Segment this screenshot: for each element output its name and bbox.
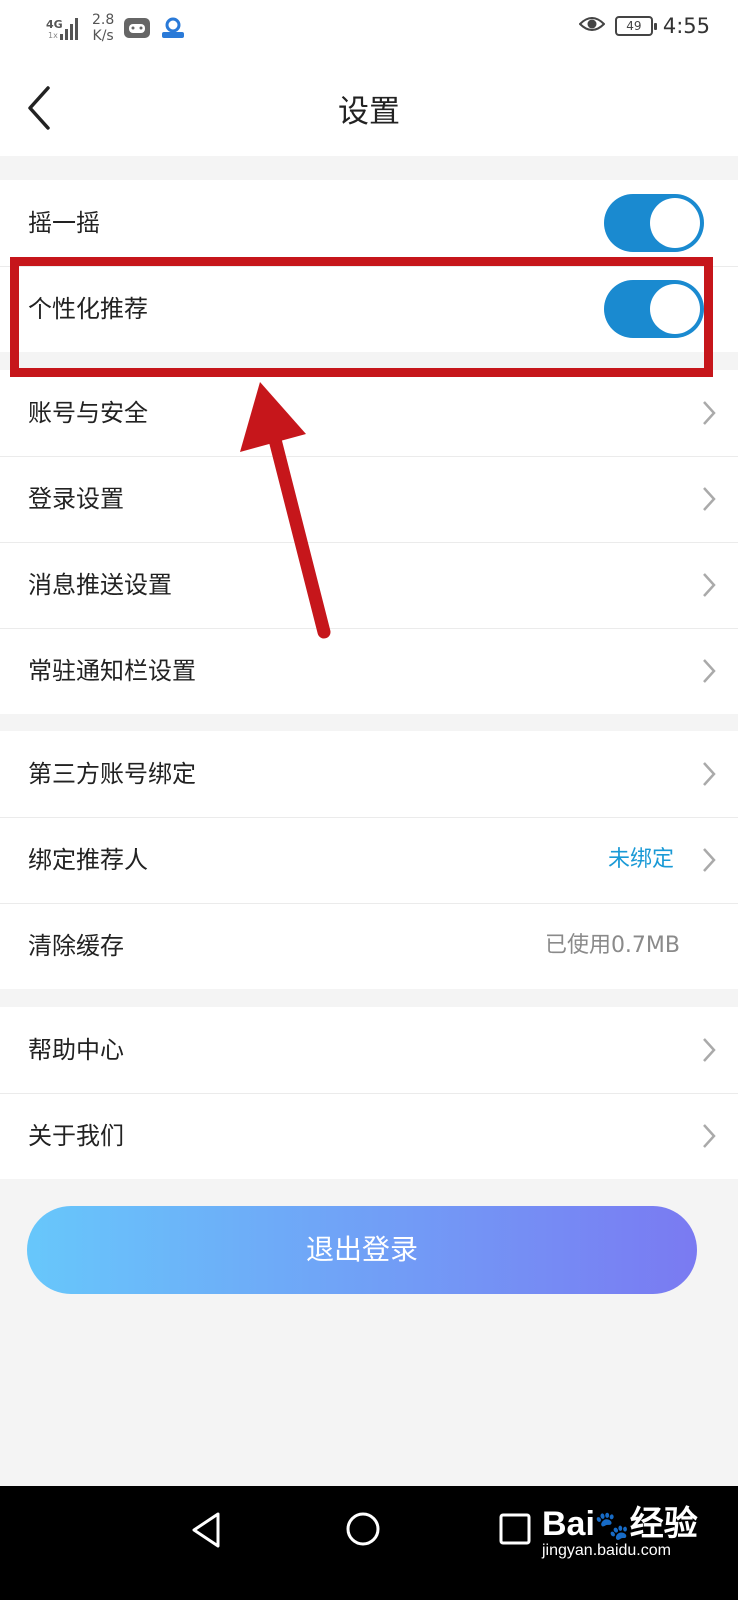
shake-setting-row: 摇一摇 — [0, 180, 738, 266]
help-center-row[interactable]: 帮助中心 — [0, 1007, 738, 1093]
clear-cache-label: 清除缓存 — [28, 932, 124, 960]
annotation-highlight-box — [10, 257, 713, 377]
clear-cache-row[interactable]: 清除缓存 已使用0.7MB — [0, 903, 738, 989]
referrer-status: 未绑定 — [607, 847, 674, 872]
third-party-binding-label: 第三方账号绑定 — [28, 760, 196, 788]
battery-icon: 49 — [614, 16, 657, 36]
nav-home-icon[interactable] — [344, 1510, 382, 1548]
game-app-icon — [124, 18, 151, 38]
nav-recents-icon[interactable] — [498, 1512, 532, 1546]
settings-group-binding: 第三方账号绑定 绑定推荐人 未绑定 清除缓存 已使用0.7MB — [0, 731, 738, 989]
page-title: 设置 — [338, 94, 400, 130]
login-settings-row[interactable]: 登录设置 — [0, 456, 738, 542]
header: 设置 — [0, 62, 738, 156]
shake-toggle[interactable] — [604, 194, 704, 252]
chevron-right-icon — [703, 1038, 716, 1062]
paw-icon: 🐾 — [594, 1510, 630, 1541]
signal-icon: 4G 1x — [46, 14, 82, 42]
third-party-binding-row[interactable]: 第三方账号绑定 — [0, 731, 738, 817]
chevron-right-icon — [703, 762, 716, 786]
notification-bar-settings-label: 常驻通知栏设置 — [28, 657, 196, 685]
about-us-row[interactable]: 关于我们 — [0, 1093, 738, 1179]
baidu-app-icon — [160, 17, 186, 39]
baidu-jingyan-watermark: Bai🐾经验 jingyan.baidu.com — [542, 1505, 698, 1559]
chevron-right-icon — [703, 573, 716, 597]
chevron-right-icon — [703, 848, 716, 872]
nav-back-icon[interactable] — [188, 1510, 224, 1550]
cache-size: 已使用0.7MB — [544, 933, 680, 958]
login-settings-label: 登录设置 — [28, 485, 124, 513]
logout-button[interactable]: 退出登录 — [27, 1206, 697, 1294]
push-settings-row[interactable]: 消息推送设置 — [0, 542, 738, 628]
about-us-label: 关于我们 — [28, 1122, 124, 1150]
status-bar: 4G 1x 2.8 K/s 49 4:55 — [0, 0, 738, 62]
clock: 4:55 — [662, 14, 710, 38]
help-center-label: 帮助中心 — [28, 1036, 124, 1064]
eye-icon — [578, 14, 606, 38]
chevron-right-icon — [703, 487, 716, 511]
shake-label: 摇一摇 — [28, 209, 100, 237]
bind-referrer-label: 绑定推荐人 — [28, 846, 148, 874]
account-security-label: 账号与安全 — [28, 399, 148, 427]
push-settings-label: 消息推送设置 — [28, 571, 172, 599]
chevron-right-icon — [703, 401, 716, 425]
settings-group-help: 帮助中心 关于我们 — [0, 1007, 738, 1179]
network-speed: 2.8 K/s — [92, 12, 115, 44]
chevron-right-icon — [703, 659, 716, 683]
notification-bar-settings-row[interactable]: 常驻通知栏设置 — [0, 628, 738, 714]
network-subtype: 1x — [48, 31, 58, 40]
account-security-row[interactable]: 账号与安全 — [0, 370, 738, 456]
chevron-right-icon — [703, 1124, 716, 1148]
bind-referrer-row[interactable]: 绑定推荐人 未绑定 — [0, 817, 738, 903]
